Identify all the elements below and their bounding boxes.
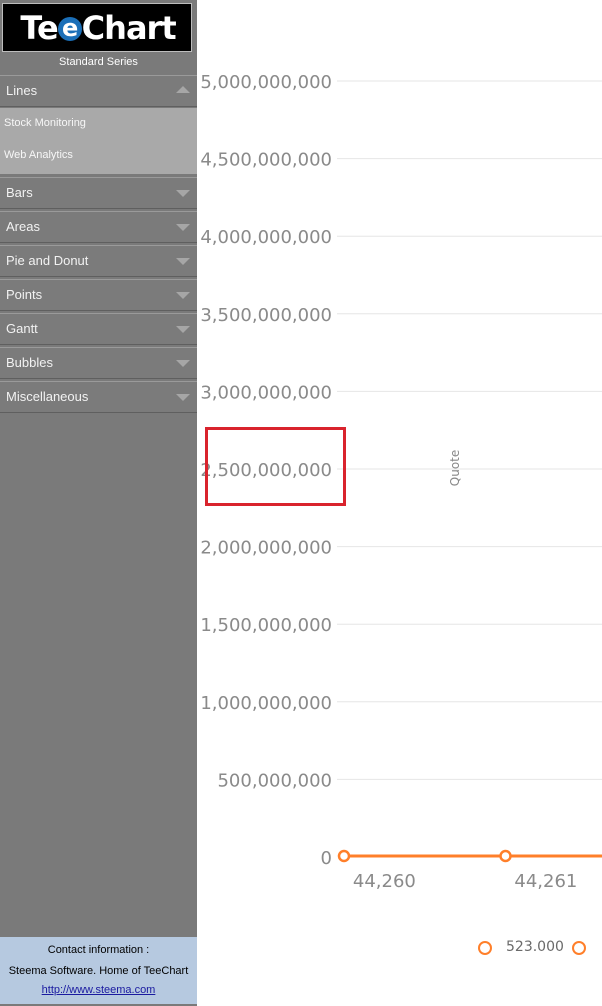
contact-panel: Contact information : Steema Software. H… bbox=[0, 937, 197, 1004]
y-tick-label: 4,500,000,000 bbox=[200, 150, 332, 171]
y-tick-label: 4,000,000,000 bbox=[200, 227, 332, 248]
menu-section-gantt[interactable]: Gantt bbox=[0, 313, 197, 345]
x-axis-ticks: 44,260 44,261 bbox=[353, 871, 577, 892]
legend-marker-icon bbox=[478, 941, 492, 955]
lines-submenu: Stock Monitoring Web Analytics bbox=[0, 108, 197, 174]
y-tick-label: 2,000,000,000 bbox=[200, 538, 332, 559]
teechart-logo: Te e Chart bbox=[2, 3, 192, 52]
expand-arrow-icon bbox=[176, 292, 190, 299]
contact-heading: Contact information : bbox=[47, 944, 150, 956]
submenu-item-stock-monitoring[interactable]: Stock Monitoring bbox=[4, 117, 86, 129]
logo-text: Te e Chart bbox=[20, 9, 176, 47]
logo-subtitle: Standard Series bbox=[59, 56, 138, 68]
menu-section-label: Gantt bbox=[6, 321, 38, 336]
expand-arrow-icon bbox=[176, 190, 190, 197]
legend-marker-icon bbox=[572, 941, 586, 955]
expand-arrow-icon bbox=[176, 394, 190, 401]
data-point[interactable] bbox=[499, 849, 512, 863]
chart-series bbox=[337, 849, 602, 863]
menu-section-label: Bars bbox=[6, 185, 33, 200]
menu-section-bars[interactable]: Bars bbox=[0, 177, 197, 209]
chart-legend[interactable]: 523.000 bbox=[476, 936, 602, 960]
menu-section-label: Bubbles bbox=[6, 355, 53, 370]
menu-section-points[interactable]: Points bbox=[0, 279, 197, 311]
y-tick-label: 0 bbox=[321, 848, 332, 869]
menu-section-label: Areas bbox=[6, 219, 40, 234]
collapse-arrow-icon bbox=[176, 86, 190, 93]
menu-section-miscellaneous[interactable]: Miscellaneous bbox=[0, 381, 197, 413]
expand-arrow-icon bbox=[176, 224, 190, 231]
submenu-item-web-analytics[interactable]: Web Analytics bbox=[4, 149, 73, 161]
chart-grid bbox=[337, 80, 602, 780]
y-tick-label: 1,000,000,000 bbox=[200, 693, 332, 714]
x-tick-label: 44,261 bbox=[514, 871, 577, 892]
menu-section-label: Points bbox=[6, 287, 43, 302]
y-tick-label: 500,000,000 bbox=[217, 770, 332, 791]
menu-section-label: Pie and Donut bbox=[6, 253, 89, 268]
expand-arrow-icon bbox=[176, 360, 190, 367]
sidebar: Te e Chart Standard Series Lines Stock Mon… bbox=[0, 0, 197, 1006]
y-tick-label: 5,000,000,000 bbox=[200, 72, 332, 93]
expand-arrow-icon bbox=[176, 258, 190, 265]
menu-section-label: Miscellaneous bbox=[6, 389, 89, 404]
y-tick-label: 1,500,000,000 bbox=[200, 615, 332, 636]
x-tick-label: 44,260 bbox=[353, 871, 416, 892]
menu-section-lines[interactable]: Lines bbox=[0, 75, 197, 107]
menu-section-pie-and-donut[interactable]: Pie and Donut bbox=[0, 245, 197, 277]
expand-arrow-icon bbox=[176, 326, 190, 333]
contact-link[interactable]: http://www.steema.com bbox=[42, 984, 156, 996]
menu-section-bubbles[interactable]: Bubbles bbox=[0, 347, 197, 379]
menu-section-label: Lines bbox=[6, 83, 38, 98]
contact-company: Steema Software. Home of TeeChart bbox=[8, 965, 189, 977]
highlight-box bbox=[205, 427, 346, 506]
menu-section-areas[interactable]: Areas bbox=[0, 211, 197, 243]
data-point[interactable] bbox=[337, 849, 351, 863]
legend-text: 523.000 bbox=[506, 939, 564, 955]
y-tick-label: 3,000,000,000 bbox=[200, 382, 332, 403]
y-tick-label: 3,500,000,000 bbox=[200, 305, 332, 326]
y-axis-label: Quote bbox=[448, 450, 462, 486]
